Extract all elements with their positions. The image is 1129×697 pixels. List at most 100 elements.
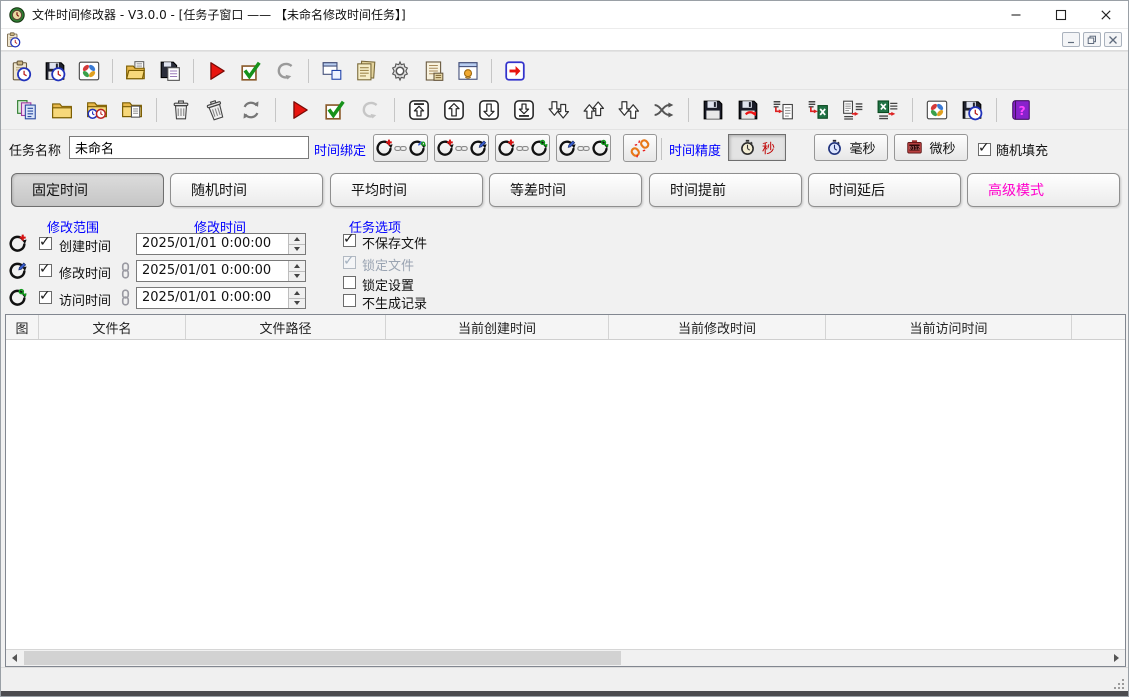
- undo-disabled-button[interactable]: [356, 96, 384, 124]
- spin-up-button[interactable]: [289, 288, 305, 299]
- apply-task-button[interactable]: [237, 57, 265, 85]
- run-task-button[interactable]: [286, 96, 314, 124]
- column-header-图[interactable]: 图: [6, 315, 39, 339]
- paste-task-button[interactable]: [156, 57, 184, 85]
- column-header-当前访问时间[interactable]: 当前访问时间: [826, 315, 1072, 339]
- scroll-left-button[interactable]: [6, 650, 23, 666]
- bind-create-modify-button[interactable]: [434, 134, 489, 162]
- option-不保存文件-checkbox[interactable]: [343, 234, 356, 247]
- access-time-checkbox[interactable]: [39, 291, 52, 304]
- spin-down-button[interactable]: [289, 245, 305, 255]
- precision-微秒-button[interactable]: 0112微秒: [894, 134, 968, 161]
- settings-button[interactable]: [386, 57, 414, 85]
- save-button[interactable]: [699, 96, 727, 124]
- column-header-文件路径[interactable]: 文件路径: [186, 315, 386, 339]
- undo-button[interactable]: [271, 57, 299, 85]
- add-folder-doc-button[interactable]: [118, 96, 146, 124]
- move-bottom-button[interactable]: [510, 96, 538, 124]
- maximize-icon: [1055, 9, 1067, 21]
- reverse-button[interactable]: [615, 96, 643, 124]
- tab-高级模式[interactable]: 高级模式: [967, 173, 1120, 207]
- move-down-button[interactable]: [475, 96, 503, 124]
- link-h-icon: [577, 144, 590, 153]
- delete-button[interactable]: [167, 96, 195, 124]
- save-as-button[interactable]: [734, 96, 762, 124]
- spin-up-button[interactable]: [289, 261, 305, 272]
- random-fill-checkbox[interactable]: [978, 143, 991, 156]
- unbind-times-button[interactable]: [623, 134, 657, 162]
- window-bottom-edge: [1, 691, 1128, 696]
- exit-button[interactable]: [501, 57, 529, 85]
- modify-time-datetime-input[interactable]: 2025/01/01 0:00:00: [136, 260, 306, 282]
- modules-button[interactable]: [923, 96, 951, 124]
- create-time-datetime-input[interactable]: 2025/01/01 0:00:00: [136, 233, 306, 255]
- import-text-button[interactable]: [769, 96, 797, 124]
- save-icon: [702, 99, 724, 121]
- scrollbar-thumb[interactable]: [24, 651, 621, 665]
- add-folder-button[interactable]: [48, 96, 76, 124]
- tab-随机时间[interactable]: 随机时间: [170, 173, 323, 207]
- column-header-当前创建时间[interactable]: 当前创建时间: [386, 315, 609, 339]
- import-excel-button[interactable]: [804, 96, 832, 124]
- minimize-button[interactable]: [993, 1, 1038, 28]
- save-task-button[interactable]: [41, 57, 69, 85]
- tab-固定时间[interactable]: 固定时间: [11, 173, 164, 207]
- access-time-datetime-input[interactable]: 2025/01/01 0:00:00: [136, 287, 306, 309]
- log-button[interactable]: [420, 57, 448, 85]
- delete-all-button[interactable]: [202, 96, 230, 124]
- move-up-button[interactable]: [440, 96, 468, 124]
- add-folder-time-button[interactable]: [83, 96, 111, 124]
- tab-等差时间[interactable]: 等差时间: [489, 173, 642, 207]
- mdi-close-button[interactable]: [1104, 32, 1122, 47]
- spin-down-button[interactable]: [289, 299, 305, 309]
- random-fill-option[interactable]: 随机填充: [978, 140, 1048, 159]
- create-time-checkbox[interactable]: [39, 237, 52, 250]
- new-task-button[interactable]: [7, 57, 35, 85]
- table-body[interactable]: [6, 340, 1125, 649]
- maximize-button[interactable]: [1038, 1, 1083, 28]
- task-name-input[interactable]: [69, 136, 309, 159]
- refresh-icon: [240, 99, 262, 121]
- modify-time-checkbox[interactable]: [39, 264, 52, 277]
- window-restore-button[interactable]: [318, 57, 346, 85]
- mdi-minimize-button[interactable]: [1062, 32, 1080, 47]
- run-task-button[interactable]: [203, 57, 231, 85]
- export-excel-button[interactable]: [874, 96, 902, 124]
- column-header-文件名[interactable]: 文件名: [39, 315, 186, 339]
- refresh-button[interactable]: [237, 96, 265, 124]
- tab-时间延后[interactable]: 时间延后: [808, 173, 961, 207]
- help-window-button[interactable]: [454, 57, 482, 85]
- horizontal-scrollbar[interactable]: [6, 649, 1125, 666]
- precision-秒-button[interactable]: 秒: [728, 134, 786, 161]
- help-book-button[interactable]: ?: [1007, 96, 1035, 124]
- tab-平均时间[interactable]: 平均时间: [330, 173, 483, 207]
- spin-up-button[interactable]: [289, 234, 305, 245]
- option-锁定设置-checkbox[interactable]: [343, 276, 356, 289]
- export-text-button[interactable]: [839, 96, 867, 124]
- scroll-right-button[interactable]: [1108, 650, 1125, 666]
- toolbar-separator: [308, 59, 309, 83]
- sort-asc-button[interactable]: [580, 96, 608, 124]
- add-files-button[interactable]: [13, 96, 41, 124]
- sort-desc-button[interactable]: [545, 96, 573, 124]
- apply-task-button[interactable]: [321, 96, 349, 124]
- move-top-button[interactable]: [405, 96, 433, 124]
- shuffle-button[interactable]: [650, 96, 678, 124]
- mdi-restore-button[interactable]: [1083, 32, 1101, 47]
- bind-create-modify-access-button[interactable]: [373, 134, 428, 162]
- bind-create-access-button[interactable]: [495, 134, 550, 162]
- modules-button[interactable]: [75, 57, 103, 85]
- precision-毫秒-button[interactable]: 毫秒: [814, 134, 888, 161]
- open-task-button[interactable]: [122, 57, 150, 85]
- spin-down-button[interactable]: [289, 272, 305, 282]
- resize-grip[interactable]: [1111, 676, 1124, 689]
- close-button[interactable]: [1083, 1, 1128, 28]
- toolbar-separator: [491, 59, 492, 83]
- bind-modify-access-button[interactable]: [556, 134, 611, 162]
- tab-时间提前[interactable]: 时间提前: [649, 173, 802, 207]
- delete-icon: [170, 99, 192, 121]
- column-header-当前修改时间[interactable]: 当前修改时间: [609, 315, 826, 339]
- save-task-button[interactable]: [958, 96, 986, 124]
- option-不生成记录-checkbox[interactable]: [343, 294, 356, 307]
- notes-button[interactable]: [352, 57, 380, 85]
